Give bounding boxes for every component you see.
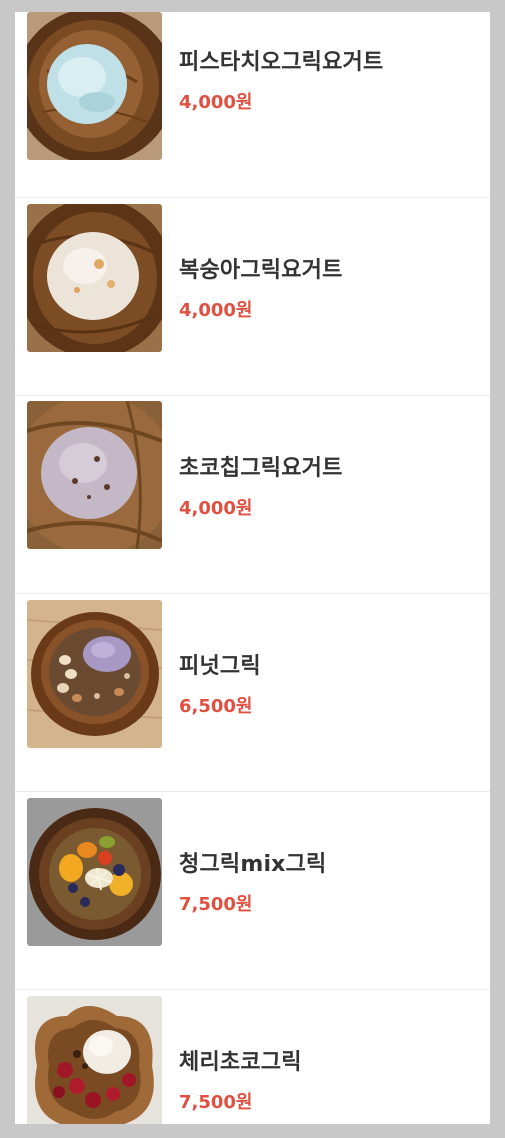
menu-item-photo [27,12,162,160]
overlay-right-edge [490,0,505,1138]
menu-item-photo [27,798,162,946]
menu-item-name: 피스타치오그릭요거트 [179,50,384,75]
menu-item[interactable]: 청그릭mix그릭 7,500원 [15,792,490,990]
menu-item-price: 7,500원 [179,894,253,915]
menu-item-name: 청그릭mix그릭 [179,852,327,877]
menu-item-name: 복숭아그릭요거트 [179,258,343,283]
menu-item-price: 4,000원 [179,92,253,113]
menu-item[interactable]: 복숭아그릭요거트 4,000원 [15,198,490,396]
menu-item-photo [27,996,162,1124]
menu-item-name: 초코칩그릭요거트 [179,456,343,481]
overlay-top-edge [0,0,505,12]
menu-item-price: 4,000원 [179,498,253,519]
menu-item[interactable]: 체리초코그릭 7,500원 [15,990,490,1124]
menu-item-photo [27,600,162,748]
menu-item-photo [27,401,162,549]
menu-item-price: 4,000원 [179,300,253,321]
overlay-bottom-edge [0,1124,505,1138]
menu-item[interactable]: 피넛그릭 6,500원 [15,594,490,792]
menu-item[interactable]: 피스타치오그릭요거트 4,000원 [15,12,490,198]
menu-list: 피스타치오그릭요거트 4,000원 복숭아그릭요거트 4,000원 초코칩그릭요… [15,12,490,1124]
menu-item-photo [27,204,162,352]
menu-item-price: 7,500원 [179,1092,253,1113]
menu-item-name: 피넛그릭 [179,654,261,679]
overlay-left-edge [0,0,15,1138]
menu-item-price: 6,500원 [179,696,253,717]
menu-item[interactable]: 초코칩그릭요거트 4,000원 [15,396,490,594]
menu-item-name: 체리초코그릭 [179,1050,302,1075]
